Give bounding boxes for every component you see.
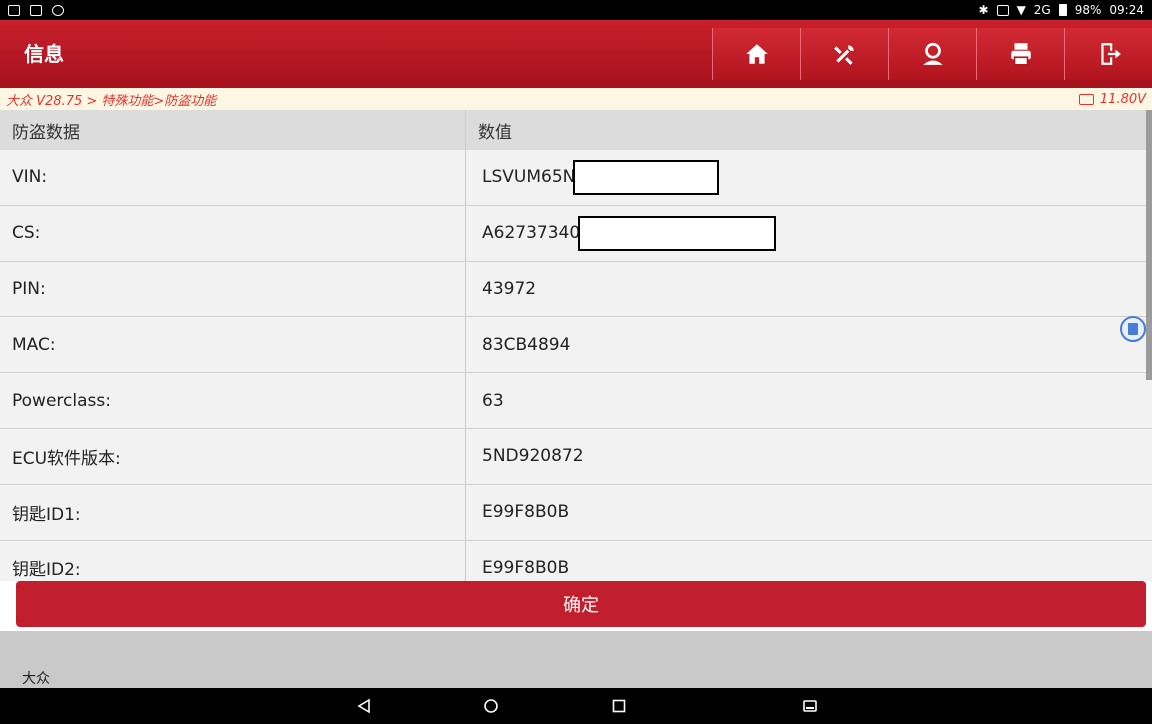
breadcrumb: 大众 V28.75 > 特殊功能>防盗功能 11.80V — [0, 88, 1152, 110]
vehicle-brand: 大众 — [22, 671, 50, 687]
screenshot-button[interactable] — [790, 694, 830, 718]
row-value-text: LSVUM65N — [482, 167, 576, 188]
confirm-area: 确定 — [0, 581, 1152, 631]
usb-icon — [30, 4, 42, 16]
row-label: MAC: — [0, 317, 466, 373]
header-data-name: 防盗数据 — [0, 110, 466, 150]
screenshot-icon — [803, 700, 817, 712]
table-row[interactable]: VIN: LSVUM65N — [0, 150, 1152, 206]
voltage-display: 11.80V — [1078, 91, 1146, 107]
back-button[interactable] — [344, 694, 384, 718]
row-value: 5ND920872 — [482, 446, 584, 467]
battery-percent: 98% — [1074, 3, 1102, 17]
row-value: A62737340 — [466, 206, 1152, 261]
toolbar — [712, 28, 1152, 80]
row-label: PIN: — [0, 261, 466, 317]
table-scrollbar[interactable] — [1146, 110, 1152, 380]
row-label: ECU软件版本: — [0, 428, 466, 484]
status-bar: ✱ ▼ 2G 98% 09:24 — [0, 0, 1152, 20]
home-button[interactable] — [712, 28, 800, 80]
diagnose-icon — [833, 45, 854, 65]
recents-button[interactable] — [599, 694, 639, 718]
user-icon — [922, 42, 943, 65]
row-value: LSVUM65N — [466, 150, 1152, 205]
row-value: 43972 — [482, 278, 537, 299]
battery-voltage-icon — [1078, 93, 1094, 105]
table-row[interactable]: 钥匙ID2: E99F8B0B — [0, 540, 1152, 581]
wifi-icon: ▼ — [1016, 3, 1026, 17]
row-label: 钥匙ID2: — [0, 540, 466, 581]
header-value: 数值 — [478, 122, 512, 143]
redaction-box — [578, 215, 777, 251]
voltage-value: 11.80V — [1099, 91, 1146, 107]
bluetooth-icon: ✱ — [978, 3, 989, 17]
row-value: E99F8B0B — [482, 502, 570, 523]
vibrate-icon — [996, 4, 1009, 16]
battery-icon — [1058, 4, 1067, 16]
row-value-text: A62737340 — [482, 223, 581, 244]
anti-theft-data-table[interactable]: 防盗数据 数值 VIN: LSVUM65N CS: A62737340 PIN:… — [0, 110, 1152, 581]
settings-icon — [52, 4, 64, 16]
back-icon — [357, 698, 370, 714]
row-label: CS: — [0, 205, 466, 261]
row-label: Powerclass: — [0, 373, 466, 428]
exit-icon — [1100, 43, 1121, 65]
home-circle-icon — [484, 699, 498, 713]
page-title: 信息 — [24, 42, 64, 66]
row-label: VIN: — [0, 150, 466, 205]
table-row[interactable]: PIN: 43972 — [0, 261, 1152, 318]
diagnose-button[interactable] — [800, 28, 888, 80]
row-label: 钥匙ID1: — [0, 484, 466, 540]
confirm-button[interactable]: 确定 — [16, 581, 1146, 627]
footer: 大众 — [0, 631, 1152, 688]
table-row[interactable]: MAC: 83CB4894 — [0, 317, 1152, 374]
redaction-box — [573, 159, 720, 195]
app-header: 信息 — [0, 20, 1152, 88]
row-value: 83CB4894 — [482, 334, 571, 355]
clock: 09:24 — [1109, 3, 1144, 17]
table-row[interactable]: CS: A62737340 — [0, 205, 1152, 262]
network-label: 2G — [1033, 3, 1051, 17]
row-value: 63 — [482, 390, 504, 411]
table-row[interactable]: ECU软件版本: 5ND920872 — [0, 428, 1152, 485]
user-button[interactable] — [888, 28, 976, 80]
table-header: 防盗数据 数值 — [0, 110, 1152, 150]
table-row[interactable]: 钥匙ID1: E99F8B0B — [0, 484, 1152, 541]
exit-button[interactable] — [1064, 28, 1152, 80]
floating-note-button[interactable] — [1120, 316, 1146, 342]
recents-icon — [612, 699, 626, 713]
image-icon — [8, 4, 20, 16]
table-row[interactable]: Powerclass: 63 — [0, 373, 1152, 429]
system-nav-bar — [0, 688, 1152, 724]
home-nav-button[interactable] — [471, 694, 511, 718]
note-icon — [1128, 323, 1138, 335]
home-icon — [745, 44, 768, 64]
print-icon — [1010, 43, 1031, 66]
row-value: E99F8B0B — [482, 557, 570, 578]
print-button[interactable] — [976, 28, 1064, 80]
breadcrumb-path: 大众 V28.75 > 特殊功能>防盗功能 — [6, 93, 217, 109]
